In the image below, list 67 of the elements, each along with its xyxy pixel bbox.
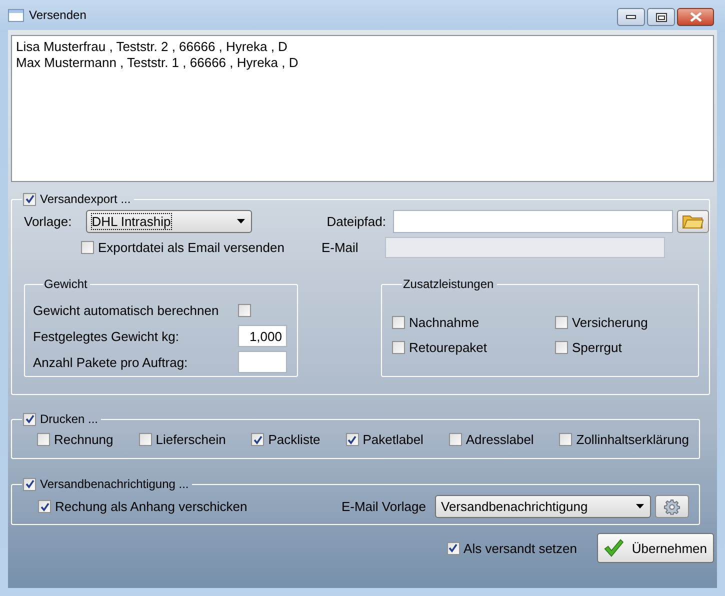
path-field[interactable] xyxy=(392,210,673,232)
checkbox-label[interactable]: Rechnung xyxy=(54,432,114,447)
folder-icon xyxy=(682,213,704,229)
checkbox-label[interactable]: Exportdatei als Email versenden xyxy=(98,240,284,255)
checkbox-label[interactable]: Zollinhaltserklärung xyxy=(576,432,689,447)
checkbox[interactable] xyxy=(251,433,264,446)
close-icon xyxy=(690,12,702,22)
checkbox-label[interactable]: Paketlabel xyxy=(362,432,424,447)
checkbox[interactable] xyxy=(446,542,460,554)
checkbox[interactable] xyxy=(559,433,572,446)
settings-icon xyxy=(664,498,680,514)
minimize-button[interactable] xyxy=(617,8,645,26)
group-label[interactable]: Drucken ... xyxy=(40,412,98,426)
checkbox[interactable] xyxy=(23,478,36,490)
checkbox-label[interactable]: Versicherung xyxy=(572,315,648,330)
address-list-field[interactable]: Lisa Musterfrau , Teststr. 2 , 66666 , Hyreka , D Max Mustermann , Teststr. 1 , 66666 , Hyreka , D xyxy=(11,35,714,182)
checkbox-label[interactable]: Packliste xyxy=(268,432,320,447)
package-count-field[interactable] xyxy=(238,351,287,373)
settings-button[interactable] xyxy=(655,495,689,518)
checkbox[interactable] xyxy=(346,433,359,446)
checkbox-label[interactable]: Sperrgut xyxy=(572,340,622,355)
address-line: Max Mustermann , Teststr. 1 , 66666 , Hyreka , D xyxy=(16,55,300,71)
email-field[interactable] xyxy=(385,237,666,258)
field-label: Gewicht automatisch berechnen xyxy=(33,302,219,318)
dropdown[interactable]: DHL Intraship xyxy=(86,210,252,232)
checkbox[interactable] xyxy=(23,412,36,426)
group-label[interactable]: Versandbenachrichtigung ... xyxy=(40,477,189,491)
checkbox-label[interactable]: Adresslabel xyxy=(466,432,534,447)
field-label: Vorlage: xyxy=(24,214,72,228)
checkbox[interactable] xyxy=(138,433,152,446)
checkbox[interactable] xyxy=(23,192,36,206)
field-label: Anzahl Pakete pro Auftrag: xyxy=(33,354,188,370)
field-label: Festgelegtes Gewicht kg: xyxy=(33,328,179,344)
checkbox-label[interactable]: Retourepaket xyxy=(408,340,488,355)
window-title: Versenden xyxy=(29,8,88,22)
checkbox-label[interactable]: Rechung als Anhang verschicken xyxy=(55,499,248,514)
checkbox[interactable] xyxy=(392,341,405,354)
checkbox[interactable] xyxy=(448,433,462,446)
address-line: Lisa Musterfrau , Teststr. 2 , 66666 , Hyreka , D xyxy=(16,39,288,55)
folder-button[interactable] xyxy=(676,210,709,232)
checkbox[interactable] xyxy=(37,433,50,446)
field-label: Dateipfad: xyxy=(326,214,386,228)
checkbox-label[interactable]: Lieferschein xyxy=(156,432,226,447)
checkbox[interactable] xyxy=(81,241,94,254)
apply-button[interactable]: Übernehmen xyxy=(597,533,714,563)
maximize-icon xyxy=(656,12,666,22)
weight-field[interactable]: 1,000 xyxy=(238,325,287,347)
field-label: E-Mail Vorlage xyxy=(341,499,426,514)
group-label: Gewicht xyxy=(44,277,88,291)
dropdown-caret-icon xyxy=(236,218,245,224)
checkbox[interactable] xyxy=(38,500,51,513)
dropdown-caret-icon xyxy=(636,504,644,509)
checkbox[interactable] xyxy=(554,316,568,329)
group-label[interactable]: Versandexport ... xyxy=(40,192,131,206)
maximize-button[interactable] xyxy=(647,8,675,26)
checkbox[interactable] xyxy=(554,341,568,354)
group-label: Zusatzleistungen xyxy=(402,277,494,291)
window-icon xyxy=(8,8,24,22)
checkmark-icon xyxy=(604,537,624,559)
checkbox[interactable] xyxy=(238,304,251,316)
checkbox-label[interactable]: Nachnahme xyxy=(408,315,480,330)
checkbox[interactable] xyxy=(392,316,405,329)
field-label: E-Mail xyxy=(321,240,358,255)
checkbox-label[interactable]: Als versandt setzen xyxy=(464,540,577,556)
close-button[interactable] xyxy=(677,8,714,26)
minimize-icon xyxy=(626,15,636,19)
dropdown[interactable]: Versandbenachrichtigung xyxy=(435,495,651,518)
